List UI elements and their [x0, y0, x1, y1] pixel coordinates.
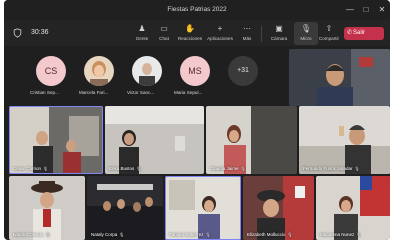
mic-off-icon: 🎙: [205, 232, 211, 237]
apps-button[interactable]: + Aplicaciones: [206, 23, 234, 45]
video-tile[interactable]: Nataly Corpa 🎙: [87, 176, 163, 240]
share-icon: ⇧: [325, 24, 333, 33]
participant-name: Cesar Carrion 🎙: [13, 166, 49, 171]
avatar-photo: [84, 56, 114, 86]
video-feed: [105, 106, 204, 174]
shield-icon: [13, 28, 22, 38]
maximize-icon[interactable]: □: [360, 4, 372, 16]
avatar-name: Maria Sepul...: [174, 90, 203, 95]
video-tile[interactable]: Cesar Carrion 🎙: [9, 106, 103, 174]
video-feed: [87, 176, 163, 240]
mic-off-icon: 🎙: [43, 166, 49, 171]
video-feed: [316, 176, 390, 240]
video-tile[interactable]: Macarena Nunez 🎙: [316, 176, 390, 240]
video-feed: [299, 106, 390, 174]
window-title: Fiestas Patrias 2022: [167, 6, 227, 13]
mic-off-icon: 🎙: [354, 166, 360, 171]
participant-name: Erika Bustos 🎙: [109, 166, 142, 171]
participant-name: Fernando Funck Saladar 🎙: [303, 166, 360, 171]
video-feed: [289, 49, 390, 106]
mic-off-icon: 🎙: [287, 232, 293, 237]
video-tile[interactable]: Claudia Jaime 🎙: [206, 106, 297, 174]
reactions-icon: ✋: [185, 24, 195, 33]
title-bar: Fiestas Patrias 2022 — □ ✕: [4, 0, 390, 20]
apps-label: Aplicaciones: [207, 36, 233, 41]
mic-off-icon: 🎙: [356, 232, 362, 237]
chat-icon: ▭: [160, 24, 168, 33]
mic-off-icon: 🎙: [45, 232, 51, 237]
video-tile[interactable]: Fabiola Gutierrez 🎙: [165, 176, 241, 240]
avatar-photo: [132, 56, 162, 86]
participant-name: Elizabeth Molluccio 🎙: [247, 232, 293, 237]
add-apps-icon: +: [217, 24, 223, 33]
avatar-initials: MS: [188, 66, 202, 76]
participant-name: Ivandro Oviedo 🎙: [13, 232, 51, 237]
reactions-label: Reacciones: [177, 36, 202, 41]
avatar-name: Cristian Sep...: [30, 90, 59, 95]
leave-label: Salir: [353, 30, 366, 36]
phone-icon: ✆: [347, 30, 353, 36]
camera-icon: ▣: [275, 24, 283, 33]
avatar[interactable]: CS: [36, 56, 66, 86]
close-icon[interactable]: ✕: [376, 4, 388, 16]
video-feed: [9, 176, 85, 240]
camera-label: Cámara: [270, 36, 288, 41]
more-button[interactable]: ⋯ Más: [233, 23, 261, 45]
share-label: Compartir: [318, 36, 340, 41]
participant-name: Fabiola Gutierrez 🎙: [169, 232, 211, 237]
leave-button[interactable]: ✆ Salir: [344, 27, 384, 40]
avatar-name: Victor Sanc...: [127, 90, 155, 95]
video-tile[interactable]: Ivandro Oviedo 🎙: [9, 176, 85, 240]
toolbar-divider: [261, 26, 262, 42]
participant-avatar-row: CS Cristian Sep... Marcela Fari... Victo…: [4, 46, 390, 106]
video-tile[interactable]: Erika Bustos 🎙: [105, 106, 204, 174]
avatar[interactable]: MS: [180, 56, 210, 86]
reactions-button[interactable]: ✋ Reacciones: [176, 23, 204, 45]
video-feed: [9, 106, 103, 174]
video-tile[interactable]: Fernando Funck Saladar 🎙: [299, 106, 390, 174]
video-tile[interactable]: [289, 49, 390, 106]
video-feed: [165, 176, 241, 240]
mic-off-icon: 🎙: [136, 166, 142, 171]
video-feed: [243, 176, 314, 240]
meeting-timer: 30:36: [31, 29, 49, 36]
avatar-name: Marcela Fari...: [79, 90, 109, 95]
video-tile[interactable]: Elizabeth Molluccio 🎙: [243, 176, 314, 240]
more-icon: ⋯: [243, 24, 251, 33]
video-feed: [206, 106, 297, 174]
avatar[interactable]: [132, 56, 162, 86]
teams-meeting-window: Fiestas Patrias 2022 — □ ✕ 30:36 ♟ Gente…: [4, 0, 390, 240]
overflow-count: +31: [237, 67, 249, 74]
more-label: Más: [242, 36, 252, 41]
more-participants-button[interactable]: +31: [228, 56, 258, 86]
chat-label: Chat: [159, 36, 169, 41]
avatar-initials: CS: [44, 66, 58, 76]
avatar[interactable]: [84, 56, 114, 86]
share-button[interactable]: ⇧ Compartir: [315, 23, 343, 45]
chat-button[interactable]: ▭ Chat: [150, 23, 178, 45]
participant-name: Claudia Jaime 🎙: [210, 166, 246, 171]
participant-name: Macarena Nunez 🎙: [320, 232, 362, 237]
mic-off-icon: 🎙: [240, 166, 246, 171]
minimize-icon[interactable]: —: [344, 4, 356, 16]
meeting-toolbar: 30:36 ♟ Gente ▭ Chat ✋ Reacciones + Apli…: [4, 20, 390, 46]
camera-button[interactable]: ▣ Cámara: [265, 23, 293, 45]
mic-off-icon: 🎙: [119, 232, 125, 237]
participant-name: Nataly Corpa 🎙: [91, 232, 125, 237]
